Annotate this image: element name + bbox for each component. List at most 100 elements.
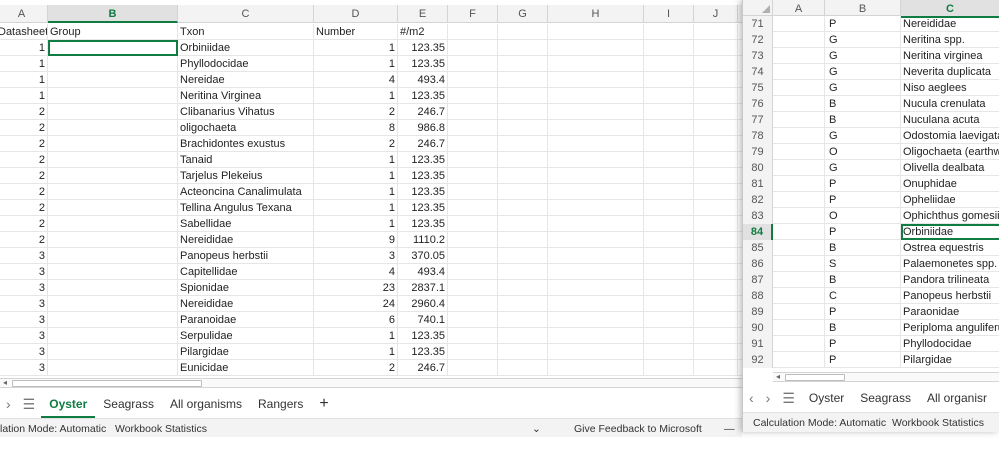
empty-cell[interactable] — [694, 248, 738, 264]
data-cell[interactable]: 1 — [0, 72, 48, 88]
data-cell[interactable]: 2 — [0, 152, 48, 168]
data-cell[interactable]: 4 — [314, 264, 398, 280]
data-cell[interactable]: 2 — [0, 120, 48, 136]
data-cell[interactable]: G — [825, 48, 901, 64]
data-cell[interactable] — [48, 200, 178, 216]
empty-cell[interactable] — [448, 264, 498, 280]
row-header[interactable]: 73 — [743, 48, 773, 64]
empty-cell[interactable] — [694, 216, 738, 232]
data-cell[interactable] — [48, 264, 178, 280]
data-cell[interactable]: G — [825, 64, 901, 80]
empty-cell[interactable] — [644, 168, 694, 184]
data-cell[interactable]: oligochaeta — [178, 120, 314, 136]
row-header[interactable]: 80 — [743, 160, 773, 176]
data-cell[interactable] — [773, 288, 825, 304]
empty-cell[interactable] — [644, 72, 694, 88]
workbook-statistics-button[interactable]: Workbook Statistics — [892, 413, 984, 432]
empty-cell[interactable] — [694, 56, 738, 72]
data-cell[interactable] — [773, 32, 825, 48]
column-title-cell[interactable]: Number — [314, 24, 398, 40]
data-cell[interactable] — [48, 248, 178, 264]
data-cell[interactable] — [773, 256, 825, 272]
data-cell[interactable]: 2 — [314, 104, 398, 120]
empty-cell[interactable] — [498, 56, 548, 72]
row-header[interactable]: 79 — [743, 144, 773, 160]
data-cell[interactable]: 1 — [314, 168, 398, 184]
column-title-cell[interactable]: #/m2 — [398, 24, 448, 40]
empty-cell[interactable] — [644, 328, 694, 344]
empty-cell[interactable] — [548, 120, 644, 136]
column-header-j[interactable]: J — [694, 5, 738, 23]
data-cell[interactable]: Oligochaeta (earthworm — [901, 144, 999, 160]
active-cell[interactable] — [48, 40, 178, 56]
data-cell[interactable]: Pandora trilineata — [901, 272, 999, 288]
empty-cell[interactable] — [694, 296, 738, 312]
empty-cell[interactable] — [448, 248, 498, 264]
data-cell[interactable]: 2960.4 — [398, 296, 448, 312]
data-cell[interactable]: 6 — [314, 312, 398, 328]
data-cell[interactable]: Ostrea equestris — [901, 240, 999, 256]
column-header-e[interactable]: E — [398, 5, 448, 23]
calculation-mode-status[interactable]: Calculation Mode: Automatic — [753, 413, 886, 432]
horizontal-scrollbar[interactable]: ◂ — [0, 378, 742, 388]
data-cell[interactable] — [773, 112, 825, 128]
data-cell[interactable]: 123.35 — [398, 344, 448, 360]
data-cell[interactable]: 1 — [314, 200, 398, 216]
empty-cell[interactable] — [498, 296, 548, 312]
data-cell[interactable]: 2 — [0, 104, 48, 120]
tab-oyster[interactable]: Oyster — [41, 390, 96, 418]
data-cell[interactable]: 986.8 — [398, 120, 448, 136]
data-cell[interactable]: Periploma anguliferum — [901, 320, 999, 336]
data-cell[interactable]: 1 — [314, 344, 398, 360]
data-cell[interactable] — [48, 104, 178, 120]
data-cell[interactable]: 2 — [314, 360, 398, 376]
feedback-link[interactable]: Give Feedback to Microsoft — [574, 419, 702, 437]
data-cell[interactable] — [773, 48, 825, 64]
data-cell[interactable]: 370.05 — [398, 248, 448, 264]
data-cell[interactable]: 8 — [314, 120, 398, 136]
data-cell[interactable]: Phyllodocidae — [178, 56, 314, 72]
empty-cell[interactable] — [448, 344, 498, 360]
calculation-mode-status[interactable]: lation Mode: Automatic — [0, 419, 106, 437]
data-cell[interactable]: Tarjelus Plekeius — [178, 168, 314, 184]
empty-cell[interactable] — [448, 40, 498, 56]
data-cell[interactable]: 1 — [314, 328, 398, 344]
data-cell[interactable]: G — [825, 128, 901, 144]
tab-scroll-left-icon[interactable]: ‹ — [743, 390, 760, 406]
data-cell[interactable]: B — [825, 112, 901, 128]
data-cell[interactable] — [773, 96, 825, 112]
sheet-grid[interactable]: 71 P Nereididae 72 G Neritina spp. 73 G Neritina… — [743, 16, 999, 372]
data-cell[interactable] — [48, 360, 178, 376]
data-cell[interactable]: G — [825, 160, 901, 176]
tab-all-organisms[interactable]: All organisr — [919, 384, 995, 412]
all-sheets-menu-icon[interactable]: ☰ — [17, 396, 42, 413]
empty-cell[interactable] — [448, 24, 498, 40]
data-cell[interactable]: 1 — [314, 56, 398, 72]
data-cell[interactable]: 3 — [314, 248, 398, 264]
empty-cell[interactable] — [644, 232, 694, 248]
empty-cell[interactable] — [548, 264, 644, 280]
row-header[interactable]: 77 — [743, 112, 773, 128]
data-cell[interactable]: 740.1 — [398, 312, 448, 328]
empty-cell[interactable] — [448, 232, 498, 248]
data-cell[interactable] — [773, 208, 825, 224]
empty-cell[interactable] — [644, 344, 694, 360]
data-cell[interactable]: 3 — [0, 296, 48, 312]
data-cell[interactable]: Niso aeglees — [901, 80, 999, 96]
data-cell[interactable]: 1110.2 — [398, 232, 448, 248]
data-cell[interactable]: 123.35 — [398, 184, 448, 200]
empty-cell[interactable] — [448, 152, 498, 168]
tab-scroll-right-icon[interactable]: › — [0, 396, 17, 412]
empty-cell[interactable] — [644, 120, 694, 136]
data-cell[interactable] — [48, 72, 178, 88]
row-header[interactable]: 78 — [743, 128, 773, 144]
data-cell[interactable]: B — [825, 320, 901, 336]
data-cell[interactable]: 1 — [314, 88, 398, 104]
scrollbar-thumb[interactable] — [785, 374, 845, 381]
data-cell[interactable]: Olivella dealbata — [901, 160, 999, 176]
column-header-a[interactable]: A — [0, 5, 48, 23]
data-cell[interactable]: S — [825, 256, 901, 272]
empty-cell[interactable] — [548, 104, 644, 120]
empty-cell[interactable] — [448, 328, 498, 344]
data-cell[interactable]: Paranoidae — [178, 312, 314, 328]
